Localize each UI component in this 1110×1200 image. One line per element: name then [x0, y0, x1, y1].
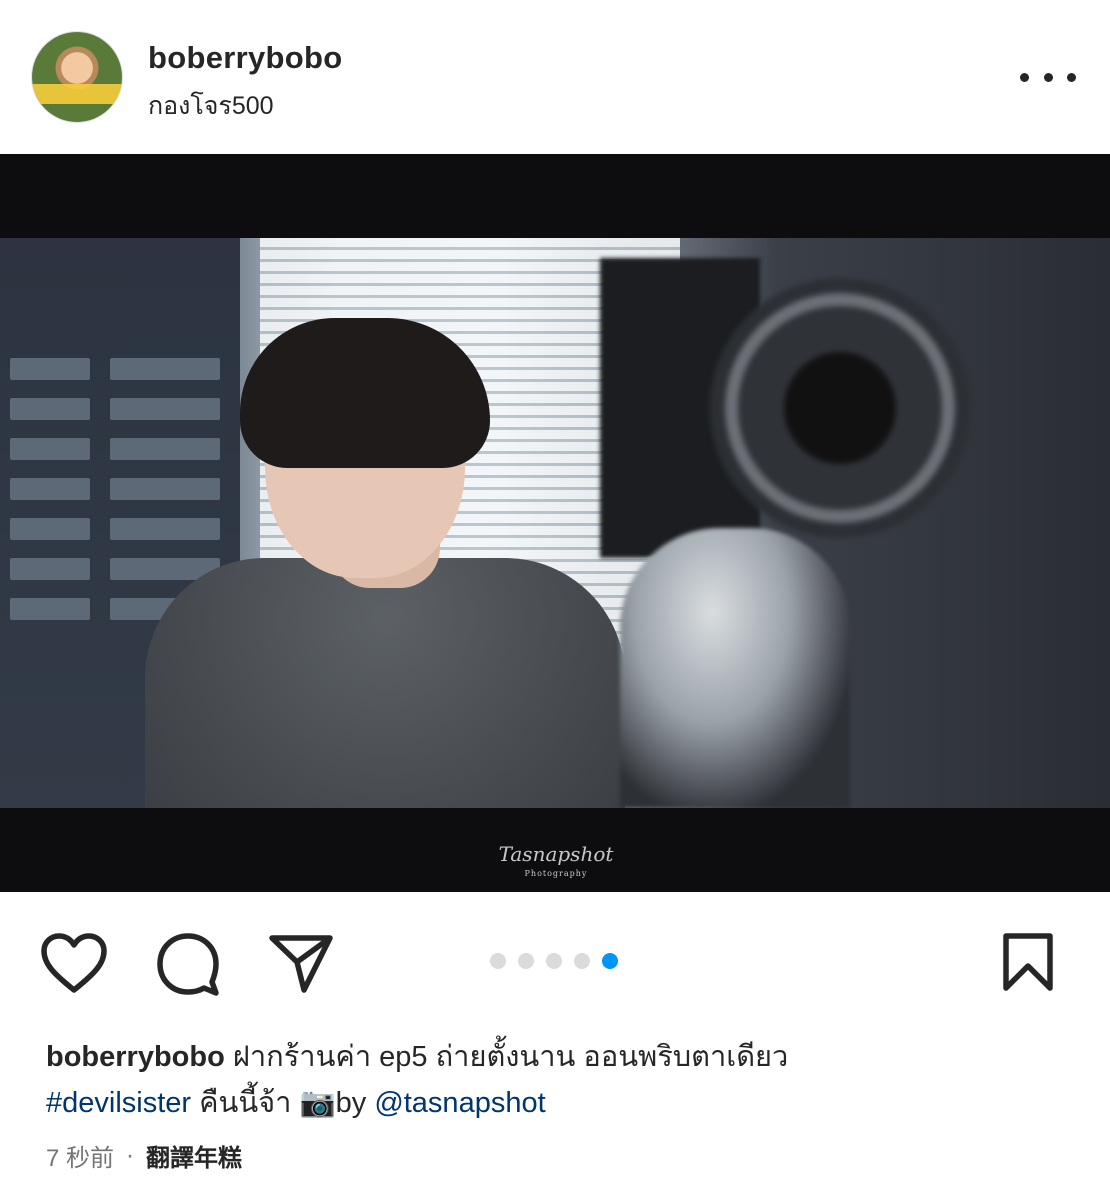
post-timestamp: 7 秒前	[46, 1145, 115, 1172]
person-figure	[145, 318, 625, 808]
watermark-subtext: Photography	[524, 869, 588, 878]
carousel-dot	[546, 953, 562, 969]
carousel-dot	[518, 953, 534, 969]
translate-link[interactable]: 翻譯年糕	[146, 1138, 242, 1173]
blurred-camera	[600, 238, 1110, 808]
avatar[interactable]	[32, 32, 122, 122]
caption-username[interactable]: boberrybobo	[46, 1041, 225, 1073]
bookmark-icon[interactable]	[1000, 932, 1056, 992]
camera-emoji-icon: 📷	[299, 1087, 336, 1119]
comment-icon[interactable]	[156, 932, 220, 996]
carousel-dot-active	[602, 953, 618, 969]
caption-by: by	[335, 1087, 375, 1119]
carousel-dot	[490, 953, 506, 969]
more-dot	[1043, 72, 1053, 82]
more-dot	[1020, 72, 1029, 82]
paper-plane-icon[interactable]	[268, 932, 334, 994]
carousel-indicator	[490, 953, 618, 969]
post-photo[interactable]: Tasnapshot Photography	[0, 154, 1110, 892]
post-meta: 7 秒前 · 翻譯年糕	[46, 1138, 242, 1173]
more-options-icon[interactable]	[1020, 62, 1076, 92]
caption-text-line1: ฝากร้านค่า ep5 ถ่ายตั้งนาน ออนพริบตาเดีย…	[224, 1041, 789, 1073]
watermark-text: Tasnapshot	[498, 842, 614, 866]
photo-scene	[0, 238, 1110, 808]
caption-hashtag[interactable]: #devilsister	[46, 1087, 191, 1119]
caption-mention[interactable]: @tasnapshot	[374, 1087, 545, 1119]
photo-watermark: Tasnapshot Photography	[498, 844, 614, 884]
meta-separator: ·	[126, 1141, 135, 1169]
post-username[interactable]: boberrybobo	[148, 40, 342, 76]
post-caption: boberrybobo ฝากร้านค่า ep5 ถ่ายตั้งนาน อ…	[46, 1034, 1076, 1126]
post-header: boberrybobo กองโจร500	[0, 0, 1110, 154]
avatar-banner	[32, 84, 122, 104]
heart-icon[interactable]	[40, 932, 108, 994]
more-dot	[1067, 72, 1076, 82]
carousel-dot	[574, 953, 590, 969]
post-location[interactable]: กองโจร500	[148, 86, 274, 126]
caption-text-line2: คืนนี้จ้า	[191, 1087, 300, 1119]
